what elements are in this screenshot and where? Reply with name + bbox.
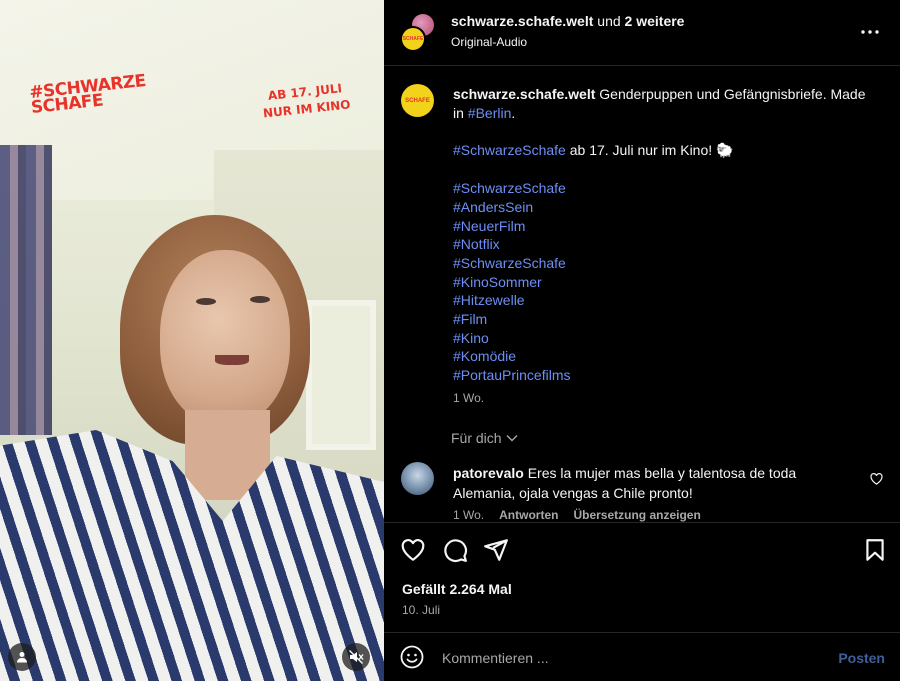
account-avatar: SCHAFE — [400, 26, 426, 52]
user-icon — [17, 652, 27, 663]
chevron-down-icon — [506, 435, 518, 442]
avatar-logo-text: SCHAFE — [402, 36, 424, 42]
hashtag-link[interactable]: #Notflix — [453, 235, 878, 254]
comment-body: patorevalo Eres la mujer mas bella y tal… — [453, 463, 853, 503]
comment-input[interactable] — [442, 647, 822, 669]
caption-first-line: schwarze.schafe.welt Genderpuppen und Ge… — [453, 85, 878, 122]
for-you-toggle[interactable]: Für dich — [451, 430, 518, 446]
audio-link[interactable]: Original-Audio — [451, 35, 527, 49]
hashtag-link[interactable]: #Komödie — [453, 347, 878, 366]
hashtag-link[interactable]: #NeuerFilm — [453, 217, 878, 236]
likes-count[interactable]: Gefällt 2.264 Mal — [402, 581, 512, 597]
caption-username[interactable]: schwarze.schafe.welt — [453, 86, 595, 102]
person-eye — [196, 298, 216, 305]
header-username[interactable]: schwarze.schafe.welt — [451, 13, 593, 29]
heart-icon — [401, 539, 425, 561]
mute-button[interactable] — [342, 643, 370, 671]
header-collaborators-link[interactable]: 2 weitere — [625, 13, 685, 29]
save-button[interactable] — [862, 537, 888, 563]
emoji-smiley-icon — [400, 645, 424, 669]
window-background — [306, 300, 376, 450]
speaker-muted-icon — [349, 650, 364, 664]
hashtag-link[interactable]: #AndersSein — [453, 198, 878, 217]
hashtag-link[interactable]: #SchwarzeSchafe — [453, 254, 878, 273]
caption-avatar[interactable]: SCHAFE — [401, 84, 434, 117]
comment-timestamp[interactable]: 1 Wo. — [453, 508, 484, 522]
heart-icon — [870, 473, 883, 485]
hashtag-link[interactable]: #PortauPrincefilms — [453, 366, 878, 385]
emoji-button[interactable] — [400, 645, 426, 671]
curtain-background — [0, 145, 52, 435]
more-options-button[interactable] — [858, 22, 882, 42]
post-actions: Gefällt 2.264 Mal 10. Juli — [384, 522, 900, 632]
paper-plane-icon — [484, 539, 508, 561]
caption-text-end: . — [511, 104, 516, 121]
hashtag-link[interactable]: #SchwarzeSchafe — [453, 142, 566, 158]
location-hashtag[interactable]: #Berlin — [468, 105, 512, 121]
header-author: schwarze.schafe.welt und 2 weitere — [451, 13, 684, 29]
commenter-avatar[interactable] — [401, 462, 434, 495]
person-face — [160, 250, 290, 425]
avatar-logo-text: SCHAFE — [405, 97, 430, 104]
post-date[interactable]: 10. Juli — [402, 603, 440, 617]
share-button[interactable] — [483, 537, 509, 563]
hashtag-link[interactable]: #Hitzewelle — [453, 291, 878, 310]
comment-meta: 1 Wo. Antworten Übersetzung anzeigen — [453, 508, 701, 522]
post-detail-panel: SCHAFE schwarze.schafe.welt und 2 weiter… — [384, 0, 900, 681]
person-eye — [250, 296, 270, 303]
comments-section[interactable]: SCHAFE schwarze.schafe.welt Genderpuppen… — [384, 67, 900, 522]
bookmark-icon — [866, 539, 884, 561]
caption-timestamp[interactable]: 1 Wo. — [453, 391, 484, 405]
comment-button[interactable] — [442, 537, 468, 563]
comment-composer: Posten — [384, 632, 900, 681]
translate-button[interactable]: Übersetzung anzeigen — [573, 508, 700, 522]
caption: schwarze.schafe.welt Genderpuppen und Ge… — [453, 85, 878, 385]
caption-second-line: #SchwarzeSchafe ab 17. Juli nur im Kino!… — [453, 141, 878, 160]
like-button[interactable] — [400, 537, 426, 563]
caption-text: ab 17. Juli nur im Kino! 🐑 — [565, 142, 734, 159]
post-media[interactable]: #SCHWARZE SCHAFE AB 17. JULI NUR IM KINO — [0, 0, 384, 681]
person-mouth — [215, 355, 249, 365]
comment-bubble-icon — [444, 539, 468, 563]
more-horizontal-icon — [861, 30, 879, 34]
commenter-username[interactable]: patorevalo — [453, 465, 524, 481]
header-suffix-prefix: und — [593, 13, 625, 29]
post-comment-button[interactable]: Posten — [838, 650, 885, 666]
comment-like-button[interactable] — [870, 472, 884, 486]
reply-button[interactable]: Antworten — [499, 508, 558, 522]
post-header: SCHAFE schwarze.schafe.welt und 2 weiter… — [384, 0, 900, 66]
hashtag-link[interactable]: #Kino — [453, 329, 878, 348]
collab-avatar-stack[interactable]: SCHAFE — [400, 14, 438, 52]
for-you-label: Für dich — [451, 430, 502, 446]
hashtag-link[interactable]: #SchwarzeSchafe — [453, 179, 878, 198]
hashtag-link[interactable]: #KinoSommer — [453, 273, 878, 292]
tagged-users-button[interactable] — [8, 643, 36, 671]
hashtag-link[interactable]: #Film — [453, 310, 878, 329]
